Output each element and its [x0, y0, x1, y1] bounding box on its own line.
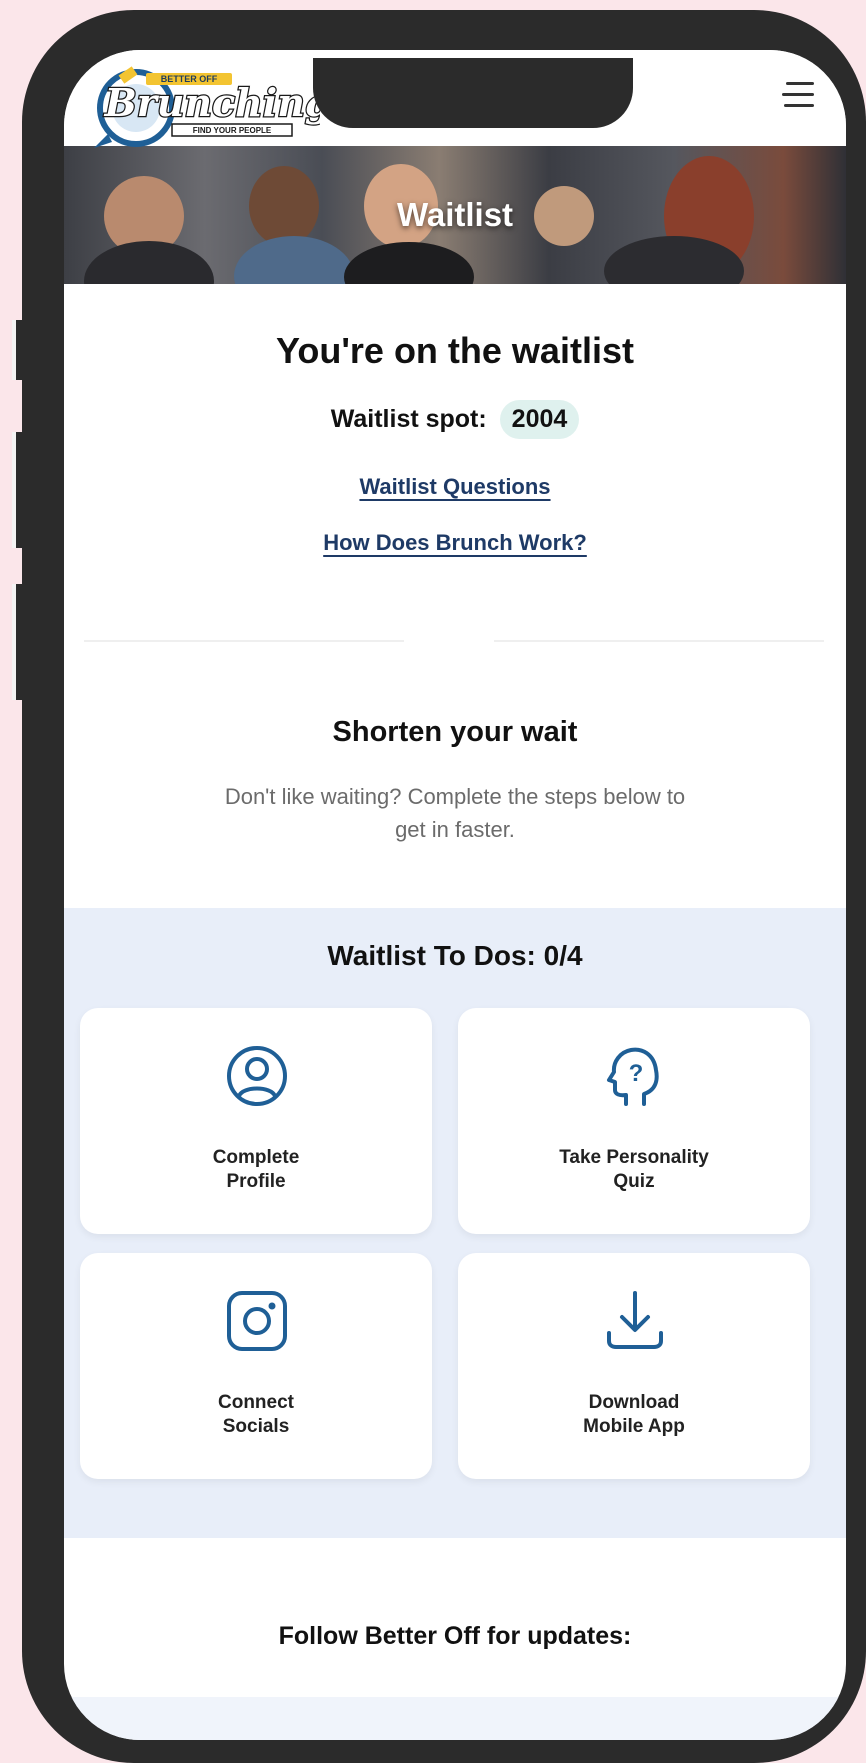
links-row-2: How Does Brunch Work?: [64, 530, 846, 556]
links-row-1: Waitlist Questions: [64, 474, 846, 500]
phone-notch: [313, 58, 633, 128]
shorten-line-2: get in faster.: [395, 817, 515, 842]
bottom-strip: [64, 1697, 846, 1740]
waitlist-heading: You're on the waitlist: [276, 330, 634, 371]
waitlist-spot-badge: 2004: [499, 400, 580, 439]
hero-banner: Waitlist: [64, 146, 846, 284]
logo-tagline: FIND YOUR PEOPLE: [193, 126, 272, 135]
todo-personality-quiz-card[interactable]: ? Take Personality Quiz: [458, 1008, 810, 1234]
user-circle-icon: [227, 1046, 287, 1106]
phone-screen: BETTER OFF Brunching FIND YOUR PEOPLE Wa…: [64, 50, 846, 1740]
waitlist-spot: Waitlist spot: 2004: [64, 400, 846, 439]
waitlist-questions-link[interactable]: Waitlist Questions: [359, 474, 550, 499]
brunching-logo[interactable]: BETTER OFF Brunching FIND YOUR PEOPLE: [90, 64, 320, 152]
todo-complete-profile-card[interactable]: Complete Profile: [80, 1008, 432, 1234]
how-brunch-works-link[interactable]: How Does Brunch Work?: [323, 530, 587, 555]
todo-connect-socials-card[interactable]: Connect Socials: [80, 1253, 432, 1479]
divider: [84, 640, 404, 642]
shorten-heading: Shorten your wait: [332, 716, 578, 748]
shorten-description: Don't like waiting? Complete the steps b…: [64, 780, 846, 846]
phone-frame: BETTER OFF Brunching FIND YOUR PEOPLE Wa…: [22, 10, 866, 1763]
follow-heading: Follow Better Off for updates:: [278, 1622, 632, 1650]
logo-wordmark: Brunching: [104, 80, 320, 125]
svg-text:?: ?: [629, 1060, 644, 1087]
todos-title: Waitlist To Dos: 0/4: [327, 940, 583, 971]
divider: [494, 640, 824, 642]
todo-label: Download Mobile App: [583, 1392, 685, 1437]
head-question-icon: ?: [607, 1047, 659, 1106]
hamburger-menu-icon[interactable]: [780, 82, 814, 112]
waitlist-spot-label: Waitlist spot:: [330, 405, 487, 433]
instagram-icon: [227, 1291, 287, 1351]
todo-label: Take Personality Quiz: [559, 1147, 709, 1192]
shorten-line-1: Don't like waiting? Complete the steps b…: [224, 784, 686, 809]
download-icon: [607, 1291, 663, 1349]
hero-title: Waitlist: [396, 196, 514, 233]
todo-label: Complete Profile: [212, 1147, 300, 1192]
todo-download-app-card[interactable]: Download Mobile App: [458, 1253, 810, 1479]
todo-label: Connect Socials: [218, 1392, 294, 1437]
